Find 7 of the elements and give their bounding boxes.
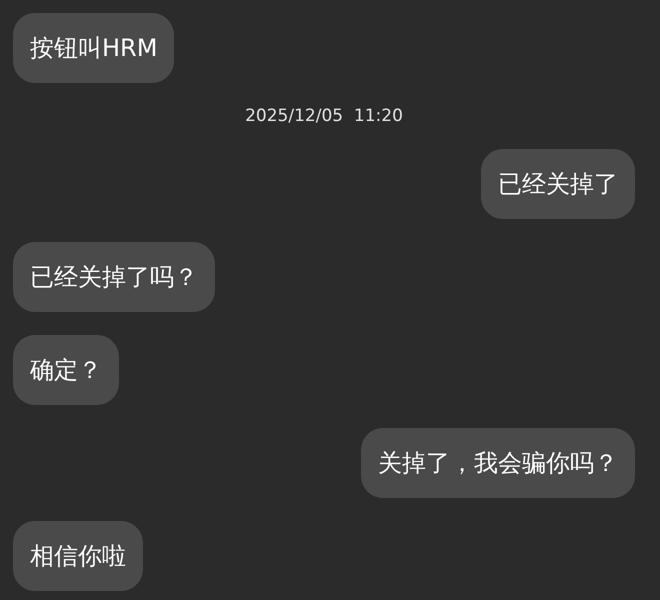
message-bubble: 确定？ (13, 335, 119, 405)
message-bubble: 已经关掉了 (481, 149, 635, 219)
message-bubble: 关掉了，我会骗你吗？ (361, 428, 635, 498)
timestamp: 2025/12/05 11:20 (245, 105, 403, 128)
message-bubble: 按钮叫HRM (13, 13, 174, 83)
message-bubble: 已经关掉了吗？ (13, 242, 215, 312)
message-bubble: 相信你啦 (13, 521, 143, 591)
